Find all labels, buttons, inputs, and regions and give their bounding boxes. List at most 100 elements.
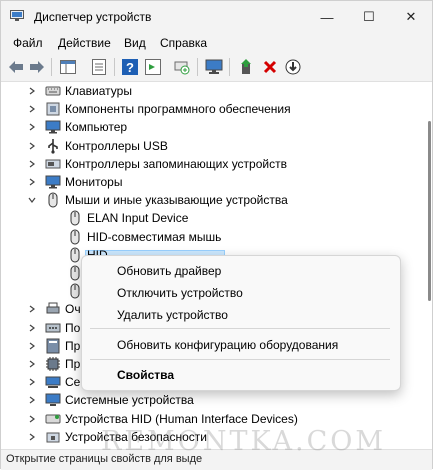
storage-controller-icon [45, 159, 61, 169]
tree-row[interactable]: Мыши и иные указывающие устройства [1, 191, 432, 209]
mouse-icon [70, 210, 80, 226]
mouse-icon [48, 192, 58, 208]
chevron-right-icon[interactable] [27, 86, 37, 96]
chevron-right-icon[interactable] [27, 395, 37, 405]
menu-help[interactable]: Справка [160, 36, 207, 50]
tree-row[interactable]: HID-совместимая мышь [1, 228, 432, 246]
back-arrow-icon [9, 61, 23, 73]
tree-item-label: HID-совместимая мышь [87, 229, 222, 244]
chevron-right-icon[interactable] [27, 141, 37, 151]
maximize-icon: ☐ [363, 9, 375, 24]
toolbar-separator [51, 58, 52, 76]
monitor-icon [205, 59, 223, 74]
vertical-scrollbar[interactable] [428, 121, 431, 301]
toolbar-separator [114, 58, 115, 76]
chevron-right-icon[interactable] [27, 359, 37, 369]
watermark-text: REMONTKA.COM [101, 426, 387, 457]
chevron-right-icon[interactable] [27, 304, 37, 314]
computer-view-button[interactable] [205, 58, 223, 76]
console-tree-icon [60, 60, 76, 74]
tree-row[interactable]: Компьютер [1, 118, 432, 136]
tree-item-label: Компоненты программного обеспечения [65, 102, 291, 117]
title-bar[interactable]: Диспетчер устройств — ☐ ✕ [1, 1, 432, 33]
context-uninstall-device[interactable]: Удалить устройство [117, 308, 228, 322]
menu-file[interactable]: Файл [13, 36, 43, 50]
network-adapter-icon [45, 376, 61, 389]
tree-item-label: Клавиатуры [65, 84, 132, 98]
maximize-button[interactable]: ☐ [348, 1, 390, 33]
tree-row[interactable]: ELAN Input Device [1, 209, 432, 227]
tree-row[interactable]: Устройства HID (Human Interface Devices) [1, 410, 432, 428]
chevron-right-icon[interactable] [27, 104, 37, 114]
system-device-icon [45, 393, 61, 407]
chevron-right-icon[interactable] [27, 159, 37, 169]
tree-row[interactable]: Контроллеры запоминающих устройств [1, 155, 432, 173]
context-separator [90, 359, 390, 360]
svg-text:?: ? [126, 60, 134, 75]
context-update-driver[interactable]: Обновить драйвер [117, 264, 221, 278]
disable-device-button[interactable] [284, 58, 302, 76]
context-disable-device[interactable]: Отключить устройство [117, 286, 243, 300]
chevron-right-icon[interactable] [27, 177, 37, 187]
context-properties[interactable]: Свойства [117, 368, 174, 382]
chevron-right-icon[interactable] [27, 122, 37, 132]
context-separator [90, 328, 390, 329]
tree-row[interactable]: Контроллеры USB [1, 137, 432, 155]
forward-button[interactable] [28, 58, 46, 76]
software-device-icon [46, 338, 60, 354]
minimize-icon: — [320, 9, 334, 25]
security-device-icon [46, 432, 60, 443]
tree-item-label: Устройства HID (Human Interface Devices) [65, 411, 298, 426]
tree-row[interactable]: Клавиатуры [1, 82, 432, 100]
device-manager-app-icon [10, 10, 24, 21]
window-title: Диспетчер устройств [34, 10, 152, 24]
print-queue-icon [46, 302, 60, 314]
menu-view[interactable]: Вид [124, 36, 146, 50]
show-hide-console-tree-button[interactable] [59, 58, 77, 76]
menu-action[interactable]: Действие [58, 36, 111, 50]
tree-row[interactable]: Компоненты программного обеспечения [1, 100, 432, 118]
disable-device-icon [285, 59, 301, 75]
tree-item-label: Се [65, 375, 81, 390]
toolbar: ? [1, 53, 432, 82]
toolbar-separator [229, 58, 230, 76]
port-icon [45, 323, 61, 333]
usb-icon [48, 138, 58, 154]
chevron-right-icon[interactable] [27, 341, 37, 351]
update-driver-button[interactable] [238, 58, 256, 76]
back-button[interactable] [7, 58, 25, 76]
delete-x-icon [263, 60, 277, 74]
help-icon: ? [122, 59, 138, 75]
tree-row[interactable]: Системные устройства [1, 391, 432, 409]
monitor-icon [45, 175, 61, 189]
scan-hardware-button[interactable] [173, 58, 191, 76]
scan-hardware-icon [174, 61, 190, 75]
tree-item-label: Мыши и иные указывающие устройства [65, 193, 288, 208]
help-button[interactable]: ? [121, 58, 139, 76]
toolbar-separator [197, 58, 198, 76]
uninstall-device-button[interactable] [261, 58, 279, 76]
chevron-right-icon[interactable] [27, 432, 37, 442]
update-driver-icon [241, 59, 251, 74]
tree-item-label: Контроллеры USB [65, 138, 168, 153]
action-pane-button[interactable] [144, 58, 162, 76]
chevron-right-icon[interactable] [27, 414, 37, 424]
chevron-right-icon[interactable] [27, 377, 37, 387]
chevron-down-icon[interactable] [27, 195, 37, 205]
forward-arrow-icon [30, 61, 44, 73]
menu-bar: Файл Действие Вид Справка [1, 33, 432, 53]
context-scan-hardware[interactable]: Обновить конфигурацию оборудования [117, 338, 338, 352]
tree-item-label: Мониторы [65, 175, 123, 189]
properties-toolbar-button[interactable] [90, 58, 108, 76]
computer-icon [45, 120, 61, 134]
mouse-icon [70, 229, 80, 245]
chevron-right-icon[interactable] [27, 323, 37, 333]
minimize-button[interactable]: — [306, 1, 348, 33]
hid-icon [45, 414, 61, 424]
tree-item-label: Системные устройства [65, 393, 194, 408]
keyboard-icon [45, 86, 61, 96]
tree-row[interactable]: Мониторы [1, 173, 432, 191]
properties-sheet-icon [92, 59, 106, 75]
close-button[interactable]: ✕ [390, 1, 432, 33]
tree-item-label: Пр [65, 357, 81, 371]
